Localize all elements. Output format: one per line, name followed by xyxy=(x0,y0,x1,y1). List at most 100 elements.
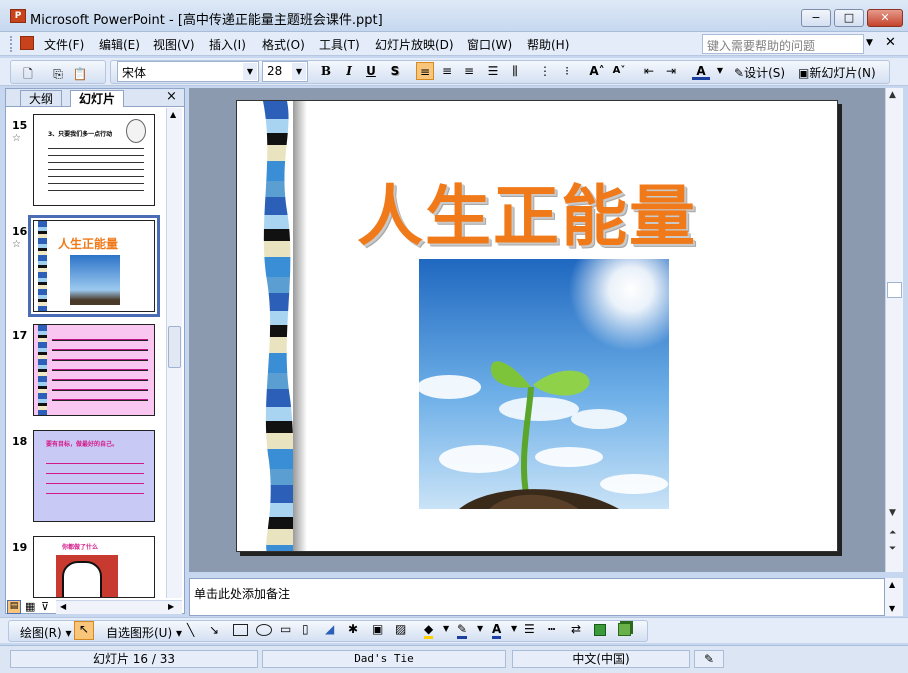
shrink-font-icon[interactable]: A˅ xyxy=(610,62,628,80)
notes-pane[interactable]: 单击此处添加备注 xyxy=(189,578,885,616)
rectangle-tool-icon[interactable] xyxy=(233,624,248,636)
menu-file[interactable]: 文件(F) xyxy=(44,36,84,53)
help-dropdown-icon[interactable]: ▼ xyxy=(866,38,873,48)
font-size-select[interactable]: 28 ▼ xyxy=(262,61,308,82)
3d-style-icon[interactable] xyxy=(618,623,631,636)
menu-edit[interactable]: 编辑(E) xyxy=(99,36,140,53)
line-style-icon[interactable]: ☰ xyxy=(524,622,535,636)
tab-slides[interactable]: 幻灯片 xyxy=(70,90,125,107)
textbox-tool-icon[interactable]: ▭ xyxy=(280,622,291,636)
grow-font-icon[interactable]: A˄ xyxy=(588,62,606,80)
chevron-down-icon[interactable]: ▼ xyxy=(477,624,483,633)
vertical-textbox-icon[interactable]: ▯ xyxy=(302,622,309,636)
menu-format[interactable]: 格式(O) xyxy=(262,36,305,53)
slide-title[interactable]: 人生正能量 xyxy=(357,163,697,259)
slide-vertical-scrollbar[interactable]: ▲ ▼ ⏶ ⏷ xyxy=(885,88,903,572)
bullets-icon[interactable]: ⁝ xyxy=(558,62,576,80)
scroll-up-icon[interactable]: ▲ xyxy=(170,110,176,119)
align-left-icon[interactable]: ≡ xyxy=(416,62,434,80)
previous-slide-icon[interactable]: ⏶ xyxy=(889,528,896,538)
normal-view-icon[interactable]: ▤ xyxy=(7,600,21,614)
new-doc-icon[interactable]: 🗋 xyxy=(19,65,37,83)
menu-window[interactable]: 窗口(W) xyxy=(467,36,512,53)
clipart-icon[interactable]: ▣ xyxy=(372,622,383,636)
scroll-down-icon[interactable]: ▼ xyxy=(889,604,895,613)
scroll-up-icon[interactable]: ▲ xyxy=(889,580,895,589)
numbering-icon[interactable]: ⋮ xyxy=(536,62,554,80)
slide-thumbnail-15[interactable]: 3、只要我们多一点行动 xyxy=(33,114,155,206)
line-color-icon[interactable]: ✎ xyxy=(457,622,468,639)
sprout-photo[interactable] xyxy=(419,259,669,509)
close-button[interactable]: ✕ xyxy=(867,9,903,27)
maximize-button[interactable]: □ xyxy=(834,9,864,27)
wordart-icon[interactable]: ◢ xyxy=(325,622,334,636)
distribute-icon[interactable]: ⫼ xyxy=(506,62,524,80)
doc-close-icon[interactable]: ✕ xyxy=(885,35,896,50)
scroll-left-icon[interactable]: ◀ xyxy=(60,602,66,611)
spellcheck-icon[interactable]: ✎ xyxy=(694,650,724,668)
paste-icon[interactable]: 📋 xyxy=(71,65,89,83)
chevron-down-icon[interactable]: ▼ xyxy=(711,62,729,80)
autoshapes-menu-button[interactable]: 自选图形(U) ▾ xyxy=(106,624,182,641)
shadow-style-icon[interactable] xyxy=(594,624,606,636)
bold-button[interactable]: B xyxy=(317,62,335,80)
arrow-tool-icon[interactable]: ↘ xyxy=(209,623,219,637)
select-pointer-icon[interactable]: ↖ xyxy=(74,621,94,640)
line-tool-icon[interactable]: ╲ xyxy=(187,623,194,637)
font-name-select[interactable]: 宋体 ▼ xyxy=(117,61,259,82)
underline-button[interactable]: U xyxy=(362,62,380,80)
close-icon[interactable]: × xyxy=(166,89,177,104)
notes-scrollbar[interactable]: ▲ ▼ xyxy=(885,578,903,616)
decrease-indent-icon[interactable]: ⇤ xyxy=(640,62,658,80)
scroll-thumb[interactable] xyxy=(168,326,181,368)
menu-view[interactable]: 视图(V) xyxy=(153,36,195,53)
chevron-down-icon[interactable]: ▼ xyxy=(292,63,306,80)
help-search-input[interactable]: 键入需要帮助的问题 xyxy=(702,34,864,54)
pane-horizontal-scrollbar[interactable]: ◀ ▶ xyxy=(56,600,182,614)
thumb-title: 你都做了什么 xyxy=(62,544,99,551)
fill-color-icon[interactable]: ◆ xyxy=(424,622,434,639)
minimize-button[interactable]: − xyxy=(801,9,831,27)
font-color-icon[interactable]: A xyxy=(692,62,710,80)
toolbar-grip[interactable] xyxy=(10,36,14,52)
oval-tool-icon[interactable] xyxy=(256,624,272,636)
new-slide-button[interactable]: ▣新幻灯片(N) xyxy=(798,64,876,81)
slide-thumbnail-16[interactable]: 人生正能量 xyxy=(28,215,160,317)
next-slide-icon[interactable]: ⏷ xyxy=(889,544,896,554)
menu-insert[interactable]: 插入(I) xyxy=(209,36,246,53)
menu-help[interactable]: 帮助(H) xyxy=(527,36,569,53)
tab-outline[interactable]: 大纲 xyxy=(20,90,63,107)
shadow-button[interactable]: S xyxy=(386,62,404,80)
justify-icon[interactable]: ☰ xyxy=(484,62,502,80)
scroll-up-icon[interactable]: ▲ xyxy=(889,90,896,100)
slide-thumbnail-19[interactable]: 你都做了什么 xyxy=(33,536,155,598)
align-right-icon[interactable]: ≡ xyxy=(460,62,478,80)
current-slide[interactable]: 人生正能量 xyxy=(236,100,838,552)
diagram-icon[interactable]: ✱ xyxy=(348,622,358,636)
slide-thumbnail-17[interactable] xyxy=(33,324,155,416)
design-button[interactable]: ✎设计(S) xyxy=(734,64,785,81)
scroll-right-icon[interactable]: ▶ xyxy=(168,602,174,611)
chevron-down-icon[interactable]: ▼ xyxy=(443,624,449,633)
draw-menu-button[interactable]: 绘图(R) ▾ xyxy=(20,624,72,641)
chevron-down-icon[interactable]: ▼ xyxy=(243,63,257,80)
italic-button[interactable]: I xyxy=(340,62,358,80)
increase-indent-icon[interactable]: ⇥ xyxy=(662,62,680,80)
font-color-icon[interactable]: A xyxy=(492,622,502,639)
slideshow-icon[interactable]: ⊽ xyxy=(41,600,49,613)
slide-thumbnail-18[interactable]: 要有目标，做最好的自己。 xyxy=(33,430,155,522)
chevron-down-icon[interactable]: ▼ xyxy=(511,624,517,633)
picture-icon[interactable]: ▨ xyxy=(395,622,406,636)
dash-style-icon[interactable]: ┅ xyxy=(548,622,555,636)
document-icon[interactable] xyxy=(20,36,34,50)
menu-tools[interactable]: 工具(T) xyxy=(319,36,360,53)
copy-icon[interactable]: ⎘ xyxy=(49,65,67,83)
align-center-icon[interactable]: ≡ xyxy=(438,62,456,80)
scroll-down-icon[interactable]: ▼ xyxy=(889,508,896,518)
autoshapes-label: 自选图形(U) xyxy=(106,626,173,640)
scroll-thumb[interactable] xyxy=(887,282,902,298)
arrow-style-icon[interactable]: ⇄ xyxy=(571,622,581,636)
menu-slideshow[interactable]: 幻灯片放映(D) xyxy=(375,36,454,53)
thumbnail-scrollbar[interactable]: ▲ xyxy=(166,108,182,598)
slide-sorter-icon[interactable]: ▦ xyxy=(25,600,35,613)
